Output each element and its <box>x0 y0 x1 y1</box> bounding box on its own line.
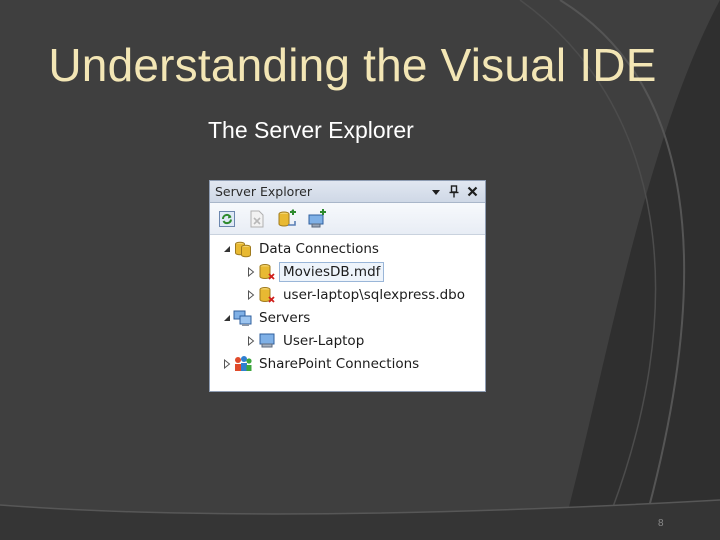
database-disconnected-icon <box>257 263 277 281</box>
data-connections-icon <box>233 240 253 258</box>
database-disconnected-icon <box>257 286 277 304</box>
toolbar <box>210 203 485 235</box>
tree-node-label: User-Laptop <box>283 332 365 349</box>
pin-icon[interactable] <box>445 184 463 200</box>
panel-header: Server Explorer <box>210 181 485 203</box>
close-icon[interactable] <box>463 184 481 200</box>
sharepoint-icon <box>233 355 253 373</box>
tree-node-user-laptop[interactable]: User-Laptop <box>210 329 485 352</box>
collapse-arrow-icon[interactable] <box>221 243 233 255</box>
computer-icon <box>257 332 277 350</box>
connect-to-database-icon[interactable] <box>276 208 298 230</box>
tree-node-sharepoint[interactable]: SharePoint Connections <box>210 352 485 375</box>
collapse-arrow-icon[interactable] <box>221 312 233 324</box>
server-explorer-panel: Server Explorer Data Connections MoviesD… <box>209 180 486 392</box>
tree-node-label: user-laptop\sqlexpress.dbo <box>283 286 466 303</box>
slide-subtitle: The Server Explorer <box>208 117 414 143</box>
tree-node-sqlexpress[interactable]: user-laptop\sqlexpress.dbo <box>210 283 485 306</box>
tree-node-data-connections[interactable]: Data Connections <box>210 237 485 260</box>
panel-title: Server Explorer <box>215 184 313 199</box>
tree-node-servers[interactable]: Servers <box>210 306 485 329</box>
tree-node-moviesdb[interactable]: MoviesDB.mdf <box>210 260 485 283</box>
tree-node-label: Servers <box>259 309 311 326</box>
stop-icon[interactable] <box>246 208 268 230</box>
server-tree: Data Connections MoviesDB.mdf user-lapto… <box>210 235 485 375</box>
servers-icon <box>233 309 253 327</box>
tree-node-label: SharePoint Connections <box>259 355 420 372</box>
tree-node-label: Data Connections <box>259 240 379 257</box>
expand-arrow-icon[interactable] <box>245 266 257 278</box>
expand-arrow-icon[interactable] <box>245 289 257 301</box>
expand-arrow-icon[interactable] <box>221 358 233 370</box>
expand-arrow-icon[interactable] <box>245 335 257 347</box>
dropdown-arrow-icon[interactable] <box>427 184 445 200</box>
page-number: 8 <box>658 518 664 529</box>
slide-title: Understanding the Visual IDE <box>48 39 657 91</box>
refresh-icon[interactable] <box>216 208 238 230</box>
tree-node-label: MoviesDB.mdf <box>278 261 385 282</box>
connect-to-server-icon[interactable] <box>306 208 328 230</box>
